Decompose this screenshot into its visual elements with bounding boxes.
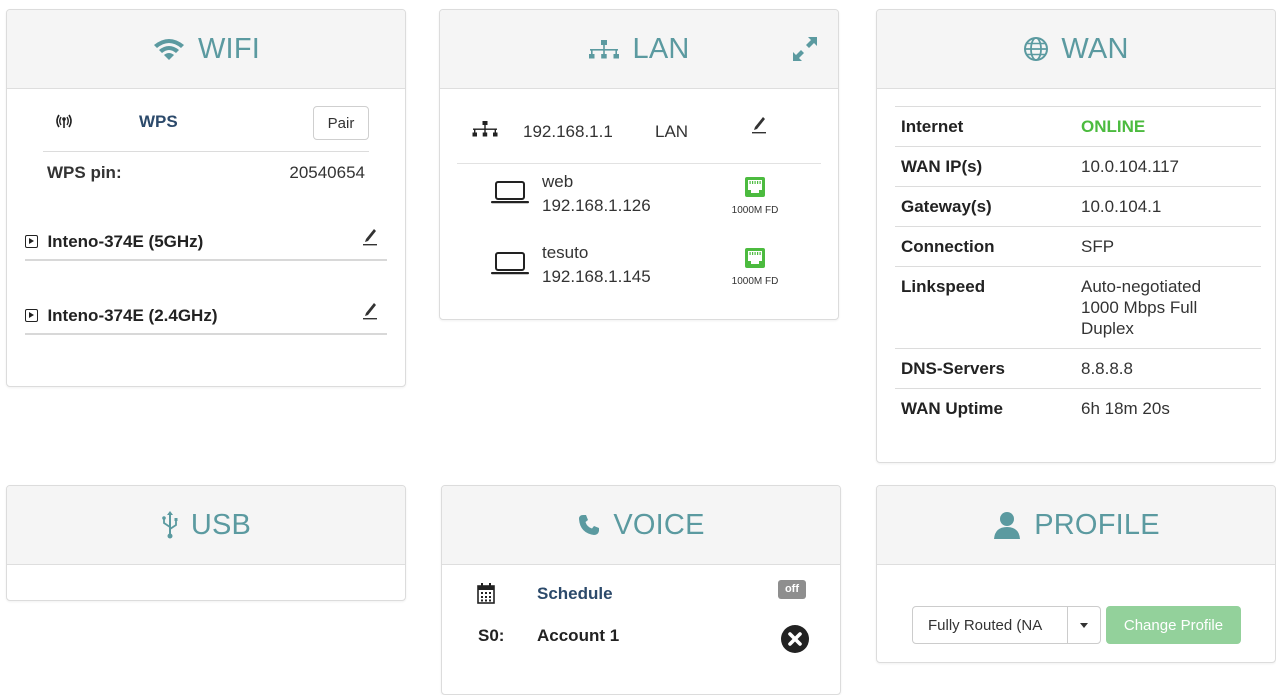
globe-icon	[1024, 37, 1049, 61]
port-status: 1000M FD	[728, 247, 782, 287]
usb-title: USB	[190, 508, 252, 541]
client-ip: 192.168.1.145	[542, 267, 651, 286]
remove-icon[interactable]	[780, 624, 810, 654]
schedule-row: Schedule off	[474, 580, 810, 612]
port-status: 1000M FD	[728, 176, 782, 216]
wan-value: 8.8.8.8	[1075, 348, 1261, 389]
internet-status: ONLINE	[1075, 106, 1261, 147]
wan-key: WAN IP(s)	[895, 146, 1075, 187]
port-speed: 1000M FD	[731, 205, 779, 216]
laptop-icon	[491, 181, 529, 204]
wps-pin-value: 20540654	[289, 163, 365, 182]
schedule-link[interactable]: Schedule	[537, 584, 613, 604]
wan-key: Connection	[895, 226, 1075, 267]
wan-key: DNS-Servers	[895, 348, 1075, 389]
wan-value: Auto-negotiated 1000 Mbps Full Duplex	[1075, 266, 1261, 349]
edit-icon[interactable]	[361, 300, 379, 320]
divider	[457, 163, 821, 164]
table-row: Connection SFP	[895, 226, 1261, 267]
chevron-down-icon[interactable]	[1067, 607, 1100, 643]
network-icon	[589, 40, 620, 59]
wan-key: Internet	[895, 106, 1075, 147]
wps-antenna-icon	[56, 114, 72, 128]
client-name: tesuto	[542, 243, 589, 262]
schedule-toggle[interactable]: off	[777, 580, 806, 599]
wps-label: WPS	[139, 112, 178, 131]
lan-card-header: LAN	[440, 10, 838, 89]
wan-info-table: Internet ONLINE WAN IP(s) 10.0.104.117 G…	[895, 106, 1261, 428]
usb-card: USB	[6, 485, 406, 601]
edit-icon[interactable]	[750, 114, 768, 134]
change-profile-button[interactable]: Change Profile	[1106, 606, 1241, 644]
network-icon	[472, 121, 498, 137]
lan-ip: 192.168.1.1	[523, 122, 613, 141]
lan-client-row: tesuto 192.168.1.145 1000M FD	[490, 243, 788, 293]
lan-card: LAN 192.168.1.1 LAN web 192.168.1.126 10…	[439, 9, 839, 320]
divider	[25, 259, 387, 261]
ssid-name[interactable]: Inteno-374E (2.4GHz)	[47, 306, 217, 325]
account-name: Account 1	[537, 626, 620, 645]
expand-icon[interactable]	[790, 34, 820, 64]
profile-select[interactable]: Fully Routed (NA	[912, 606, 1101, 644]
client-name: web	[542, 172, 574, 191]
voice-title: VOICE	[613, 508, 705, 541]
wan-value: SFP	[1075, 226, 1261, 267]
profile-select-value[interactable]: Fully Routed (NA	[928, 617, 1042, 634]
divider	[25, 333, 387, 335]
expand-arrow-icon[interactable]	[25, 235, 38, 248]
wan-key: Linkspeed	[895, 266, 1075, 349]
divider	[43, 151, 369, 152]
wps-pin-label: WPS pin:	[47, 163, 122, 182]
profile-card: PROFILE Fully Routed (NA Change Profile	[876, 485, 1276, 663]
table-row: Internet ONLINE	[895, 106, 1261, 147]
wan-card-header: WAN	[877, 10, 1275, 89]
user-icon	[994, 512, 1021, 539]
wan-key: WAN Uptime	[895, 388, 1075, 428]
port-speed: 1000M FD	[731, 276, 779, 287]
profile-title: PROFILE	[1034, 508, 1160, 541]
table-row: DNS-Servers 8.8.8.8	[895, 348, 1261, 389]
account-row: S0: Account 1	[474, 624, 810, 654]
table-row: WAN Uptime 6h 18m 20s	[895, 388, 1261, 428]
expand-arrow-icon[interactable]	[25, 309, 38, 322]
lan-network-row: 192.168.1.1 LAN	[472, 117, 806, 148]
ethernet-port-icon	[745, 177, 765, 197]
phone-icon	[579, 515, 600, 535]
ethernet-port-icon	[745, 248, 765, 268]
wan-card: WAN Internet ONLINE WAN IP(s) 10.0.104.1…	[876, 9, 1276, 463]
edit-icon[interactable]	[361, 226, 379, 246]
lan-title: LAN	[632, 32, 690, 65]
voice-card: VOICE Schedule off S0: Account 1	[441, 485, 841, 695]
table-row: WAN IP(s) 10.0.104.117	[895, 146, 1261, 187]
usb-card-header: USB	[7, 486, 405, 565]
wan-value: 6h 18m 20s	[1075, 388, 1261, 428]
ssid-name[interactable]: Inteno-374E (5GHz)	[47, 232, 203, 251]
wifi-card: WIFI WPS Pair WPS pin: 20540654 Inteno-3…	[6, 9, 406, 387]
client-ip: 192.168.1.126	[542, 196, 651, 215]
laptop-icon	[491, 252, 529, 275]
wifi-icon	[153, 39, 184, 60]
lan-name: LAN	[655, 122, 689, 141]
wifi-title: WIFI	[197, 32, 260, 65]
wifi-card-header: WIFI	[7, 10, 405, 89]
lan-client-row: web 192.168.1.126 1000M FD	[490, 172, 788, 222]
wan-key: Gateway(s)	[895, 186, 1075, 227]
wan-value: 10.0.104.1	[1075, 186, 1261, 227]
line-label: S0:	[478, 626, 505, 645]
ssid-item-24ghz[interactable]: Inteno-374E (2.4GHz)	[25, 303, 387, 332]
wan-value: 10.0.104.117	[1075, 146, 1261, 187]
usb-icon	[162, 511, 178, 539]
ssid-item-5ghz[interactable]: Inteno-374E (5GHz)	[25, 229, 387, 258]
wan-title: WAN	[1061, 32, 1129, 65]
voice-card-header: VOICE	[442, 486, 840, 565]
calendar-icon	[477, 583, 495, 604]
profile-card-header: PROFILE	[877, 486, 1275, 565]
pair-button[interactable]: Pair	[313, 106, 369, 140]
table-row: Linkspeed Auto-negotiated 1000 Mbps Full…	[895, 266, 1261, 349]
table-row: Gateway(s) 10.0.104.1	[895, 186, 1261, 227]
